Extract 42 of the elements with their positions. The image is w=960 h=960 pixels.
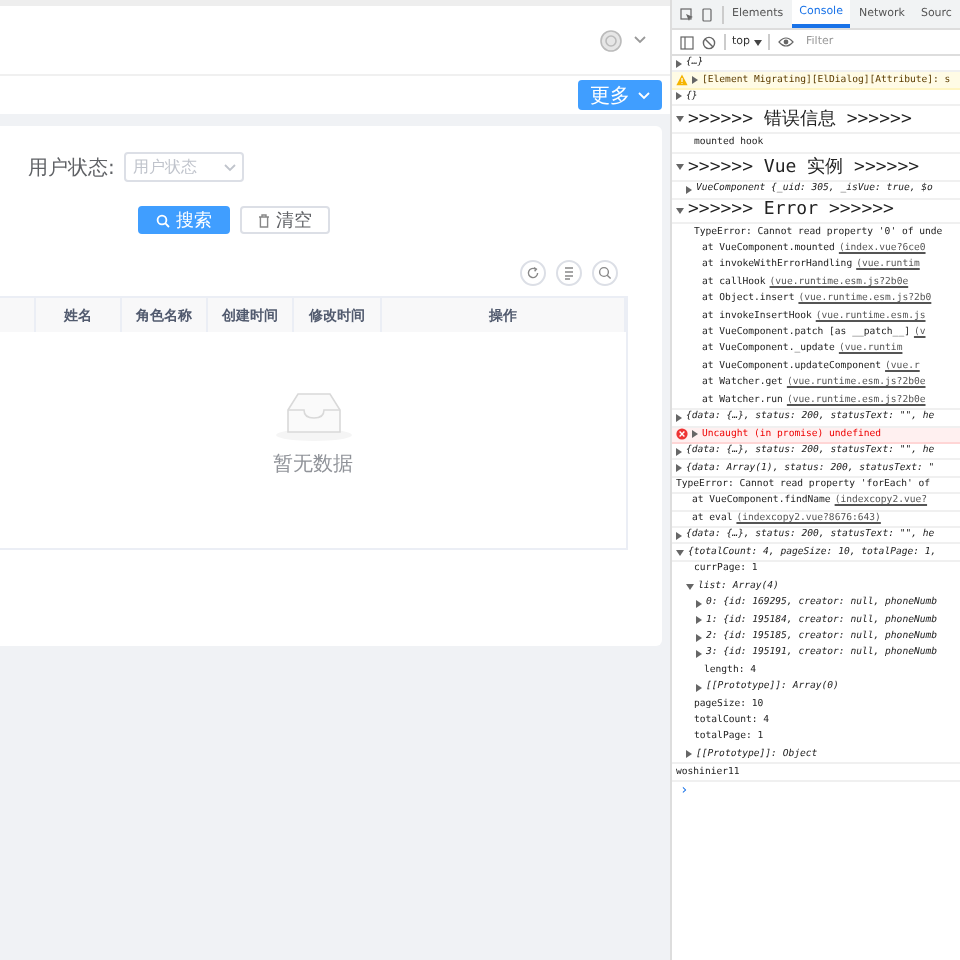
refresh-icon [526, 266, 540, 280]
search-icon [598, 266, 612, 280]
inspect-icon[interactable] [680, 7, 694, 21]
disclosure-triangle-icon[interactable] [686, 583, 694, 590]
caret-icon [224, 163, 237, 171]
disclosure-triangle-icon[interactable] [676, 92, 682, 101]
empty-inbox-icon [273, 390, 353, 442]
disclosure-triangle-icon[interactable] [676, 413, 682, 422]
group-label: >>>>>> 错误信息 >>>>>> [688, 107, 912, 133]
disclosure-triangle-icon[interactable] [676, 116, 684, 123]
eye-icon[interactable] [778, 36, 795, 48]
list-icon [562, 266, 576, 280]
refresh-button[interactable] [520, 260, 546, 286]
trash-icon [258, 213, 270, 227]
search-button[interactable] [592, 260, 618, 286]
search-icon [156, 213, 170, 227]
caret-icon[interactable] [634, 36, 646, 44]
disclosure-triangle-icon[interactable] [696, 633, 702, 642]
disclosure-triangle-icon[interactable] [696, 599, 702, 608]
disclosure-triangle-icon[interactable] [686, 185, 692, 194]
disclosure-triangle-icon[interactable] [676, 447, 682, 456]
empty-message: 暂无数据 [273, 451, 353, 478]
disclosure-triangle-icon[interactable] [692, 430, 698, 439]
disclosure-triangle-icon[interactable] [696, 649, 702, 658]
disclosure-triangle-icon[interactable] [676, 207, 684, 214]
clear-button[interactable]: 清空 [240, 206, 330, 234]
disclosure-triangle-icon[interactable] [676, 163, 684, 170]
disclosure-triangle-icon[interactable] [686, 750, 692, 759]
sidebar-icon[interactable] [680, 35, 694, 49]
warning-icon [676, 74, 688, 87]
group-label: >>>>>> Error >>>>>> [688, 200, 894, 221]
disclosure-triangle-icon[interactable] [696, 683, 702, 692]
disclosure-triangle-icon[interactable] [692, 76, 698, 85]
disclosure-triangle-icon[interactable] [676, 464, 682, 473]
disclosure-triangle-icon[interactable] [696, 616, 702, 625]
disclosure-triangle-icon[interactable] [676, 549, 684, 556]
caret-icon [638, 91, 650, 99]
filter-label: 用户状态: [28, 155, 115, 181]
caret-icon [754, 39, 763, 45]
disclosure-triangle-icon[interactable] [676, 531, 682, 540]
clear-icon[interactable] [702, 35, 716, 49]
group-label: >>>>>> Vue 实例 >>>>>> [688, 155, 920, 180]
